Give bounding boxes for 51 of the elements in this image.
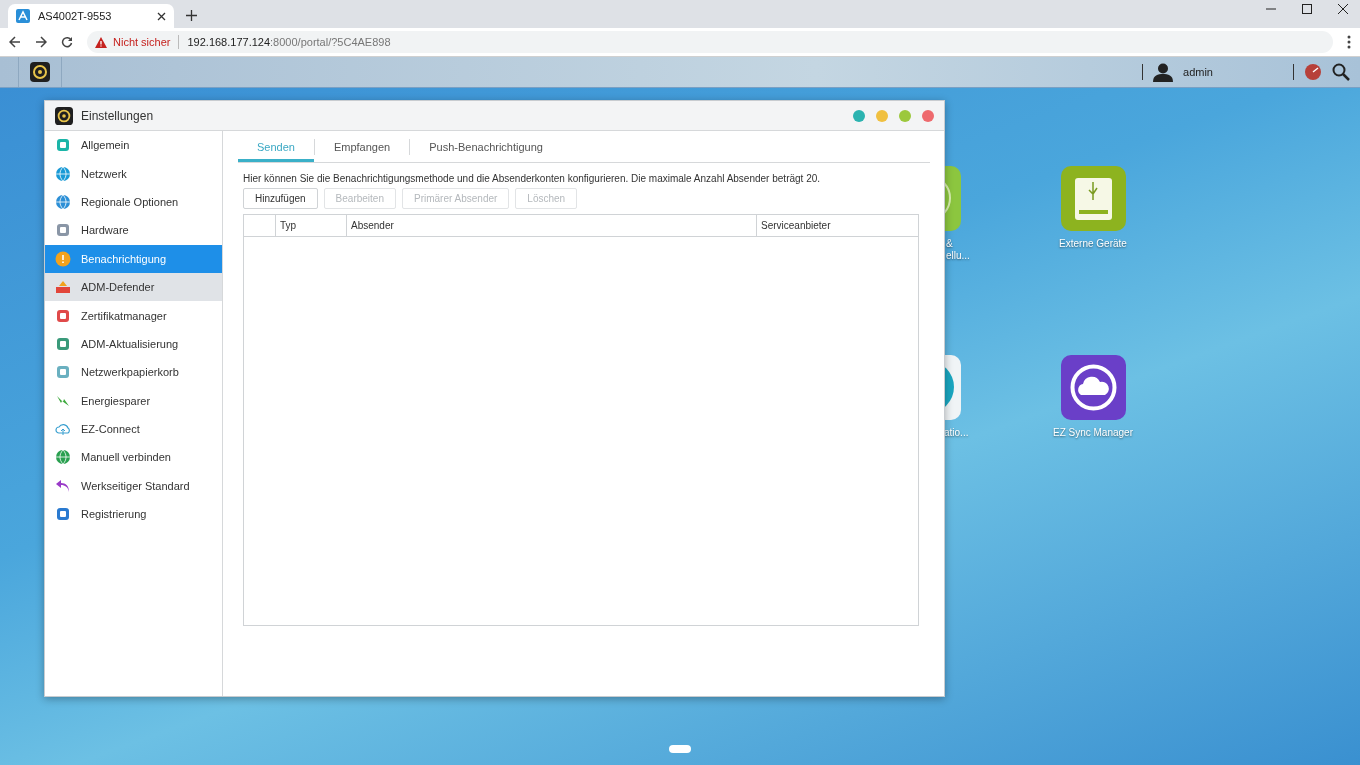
tab-title: AS4002T-9553	[38, 10, 113, 22]
reload-icon[interactable]	[61, 36, 73, 48]
sidebar-item[interactable]: Zertifikatmanager	[45, 301, 222, 330]
sidebar-item[interactable]: ADM-Defender	[45, 272, 222, 302]
column-header[interactable]: Typ	[275, 215, 346, 236]
gauge-icon[interactable]	[1304, 63, 1322, 81]
browser-tab[interactable]: AS4002T-9553	[8, 4, 174, 28]
column-header[interactable]: Absender	[346, 215, 756, 236]
tab[interactable]: Empfangen	[314, 131, 410, 162]
sidebar-item[interactable]: ADM-Aktualisierung	[45, 329, 222, 359]
column-header[interactable]: Serviceanbieter	[756, 215, 918, 236]
globe-icon	[55, 165, 71, 182]
dock-handle[interactable]	[669, 745, 691, 753]
sidebar-item[interactable]: Regionale Optionen	[45, 187, 222, 217]
tab[interactable]: Push-Benachrichtigung	[410, 131, 562, 162]
app-icon[interactable]	[945, 355, 961, 420]
settings-icon	[55, 106, 73, 125]
window-title: Einstellungen	[81, 108, 154, 123]
search-icon[interactable]	[1332, 63, 1350, 81]
close-button[interactable]	[922, 109, 934, 122]
security-warning: Nicht sicher	[113, 36, 171, 48]
globe-icon	[55, 449, 71, 466]
toolbar-button[interactable]: Hinzufügen	[243, 188, 318, 209]
sidebar-item[interactable]: Manuell verbinden	[45, 443, 222, 472]
forward-icon[interactable]	[35, 36, 47, 48]
description-text: Hier können Sie die Benachrichtigungsmethode und die Absenderkonten konfigurieren. Die maximale Anzahl Absender beträgt 20.	[243, 173, 822, 184]
logo-icon	[16, 9, 30, 23]
sidebar-item[interactable]: EZ-Connect	[45, 414, 222, 444]
back-icon[interactable]	[9, 36, 21, 48]
address-field[interactable]: Nicht sicher 192.168.177.124:8000/portal/?5C4AE898	[87, 31, 1333, 53]
cloud-sync-icon[interactable]	[1061, 355, 1126, 420]
sidebar-item[interactable]: Energiesparer	[45, 386, 222, 415]
sidebar-item[interactable]: Netzwerkpapierkorb	[45, 358, 222, 387]
cloud-upload-icon	[55, 421, 71, 438]
sidebar-item[interactable]: Registrierung	[45, 500, 222, 529]
settings-icon[interactable]	[30, 62, 50, 82]
warning-icon	[95, 36, 107, 48]
menu-icon[interactable]	[1347, 35, 1351, 49]
url-text: 192.168.177.124:8000/portal/?5C4AE898	[187, 36, 391, 48]
new-tab-icon[interactable]	[186, 10, 197, 21]
sidebar-item[interactable]: Werkseitiger Standard	[45, 471, 222, 501]
user-name[interactable]: admin	[1183, 66, 1213, 78]
undo-arrow-icon	[55, 477, 71, 494]
close-icon[interactable]	[1338, 4, 1348, 14]
sidebar-item[interactable]: Netzwerk	[45, 159, 222, 188]
sidebar-item[interactable]: Hardware	[45, 216, 222, 245]
maximize-icon[interactable]	[1302, 4, 1312, 14]
exclamation-icon	[55, 250, 71, 267]
sidebar-item[interactable]: Allgemein	[45, 131, 222, 160]
close-icon[interactable]	[157, 11, 166, 21]
user-icon[interactable]	[1153, 62, 1174, 82]
